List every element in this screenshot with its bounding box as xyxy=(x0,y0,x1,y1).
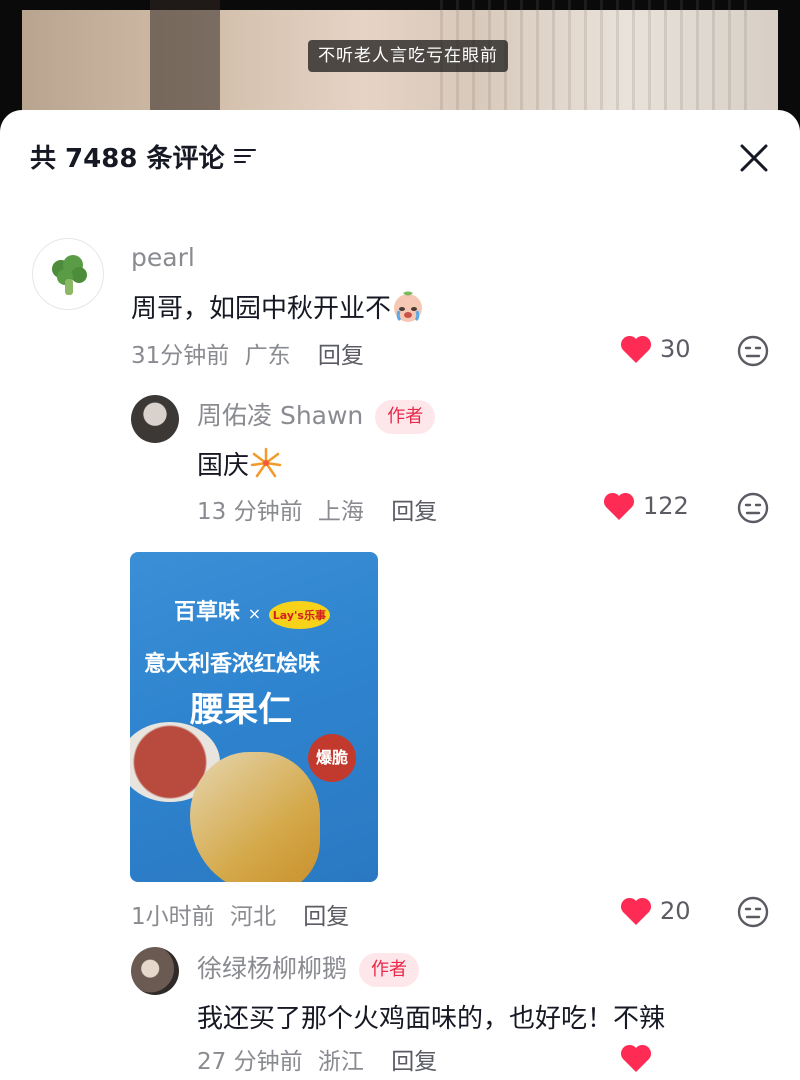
like-count: 20 xyxy=(660,897,691,925)
filter-icon[interactable] xyxy=(234,147,257,165)
reply-button[interactable]: 回复 xyxy=(391,499,437,525)
like-button[interactable] xyxy=(620,1043,652,1073)
comment-text: 我还买了那个火鸡面味的，也好吃！不辣 xyxy=(197,1004,666,1034)
author-badge: 作者 xyxy=(375,400,436,434)
broccoli-icon xyxy=(52,255,87,295)
like-count: 30 xyxy=(660,335,691,363)
close-icon[interactable] xyxy=(734,138,774,178)
video-subtitle: 不听老人言吃亏在眼前 xyxy=(308,40,508,72)
package-product: 腰果仁 xyxy=(190,690,292,730)
like-button[interactable]: 122 xyxy=(603,491,689,521)
comments-header: 共 7488 条评论 xyxy=(30,136,257,176)
reply-button[interactable]: 回复 xyxy=(318,343,364,369)
heart-icon xyxy=(620,897,652,925)
comment-time: 31分钟前 xyxy=(131,343,230,369)
reply-button[interactable]: 回复 xyxy=(391,1049,437,1075)
like-button[interactable]: 20 xyxy=(620,896,691,926)
like-button[interactable]: 30 xyxy=(620,334,691,364)
comment-username: 徐绿杨柳柳鹅 作者 xyxy=(197,949,420,987)
comment-location: 广东 xyxy=(244,343,291,369)
package-tag: 爆脆 xyxy=(308,734,356,782)
comment-meta: 13 分钟前 上海 回复 xyxy=(197,492,437,526)
package-brand: 百草味 × Lay's乐事 xyxy=(174,594,330,629)
dislike-face-icon[interactable] xyxy=(736,491,770,525)
like-count: 122 xyxy=(643,492,689,520)
avatar[interactable] xyxy=(131,947,179,995)
comment-time: 27 分钟前 xyxy=(197,1049,303,1075)
heart-icon xyxy=(620,1044,652,1072)
comment-text: 周哥，如园中秋开业不 xyxy=(131,288,425,325)
comment-time: 13 分钟前 xyxy=(197,499,303,525)
crying-emoji-icon xyxy=(391,289,425,323)
comment-meta: 1小时前 河北 回复 xyxy=(131,897,349,931)
comment-username: 周佑凌 Shawn 作者 xyxy=(197,396,436,434)
comment-meta: 27 分钟前 浙江 回复 xyxy=(197,1042,437,1076)
fireworks-emoji-icon xyxy=(249,446,283,480)
comment-meta: 31分钟前 广东 回复 xyxy=(131,336,364,370)
author-badge: 作者 xyxy=(359,953,420,987)
comment-location: 上海 xyxy=(317,499,364,525)
comment-text: 国庆 xyxy=(197,445,283,482)
comment-username[interactable]: pearl xyxy=(131,243,195,272)
heart-icon xyxy=(603,492,635,520)
avatar[interactable] xyxy=(131,395,179,443)
heart-icon xyxy=(620,335,652,363)
avatar[interactable] xyxy=(32,238,104,310)
comment-image[interactable]: 百草味 × Lay's乐事 意大利香浓红烩味 腰果仁 爆脆 xyxy=(130,552,378,882)
comment-sheet: 共 7488 条评论 pearl 周哥，如园中秋开业不 31分钟前 广东 回复 … xyxy=(0,110,800,1080)
comment-count: 共 7488 条评论 xyxy=(30,143,225,174)
comment-time: 1小时前 xyxy=(131,904,215,930)
package-nut xyxy=(190,752,320,882)
reply-button[interactable]: 回复 xyxy=(303,904,349,930)
comment-location: 河北 xyxy=(229,904,276,930)
comment-location: 浙江 xyxy=(317,1049,364,1075)
dislike-face-icon[interactable] xyxy=(736,895,770,929)
dislike-face-icon[interactable] xyxy=(736,334,770,368)
package-flavor: 意大利香浓红烩味 xyxy=(144,652,321,677)
